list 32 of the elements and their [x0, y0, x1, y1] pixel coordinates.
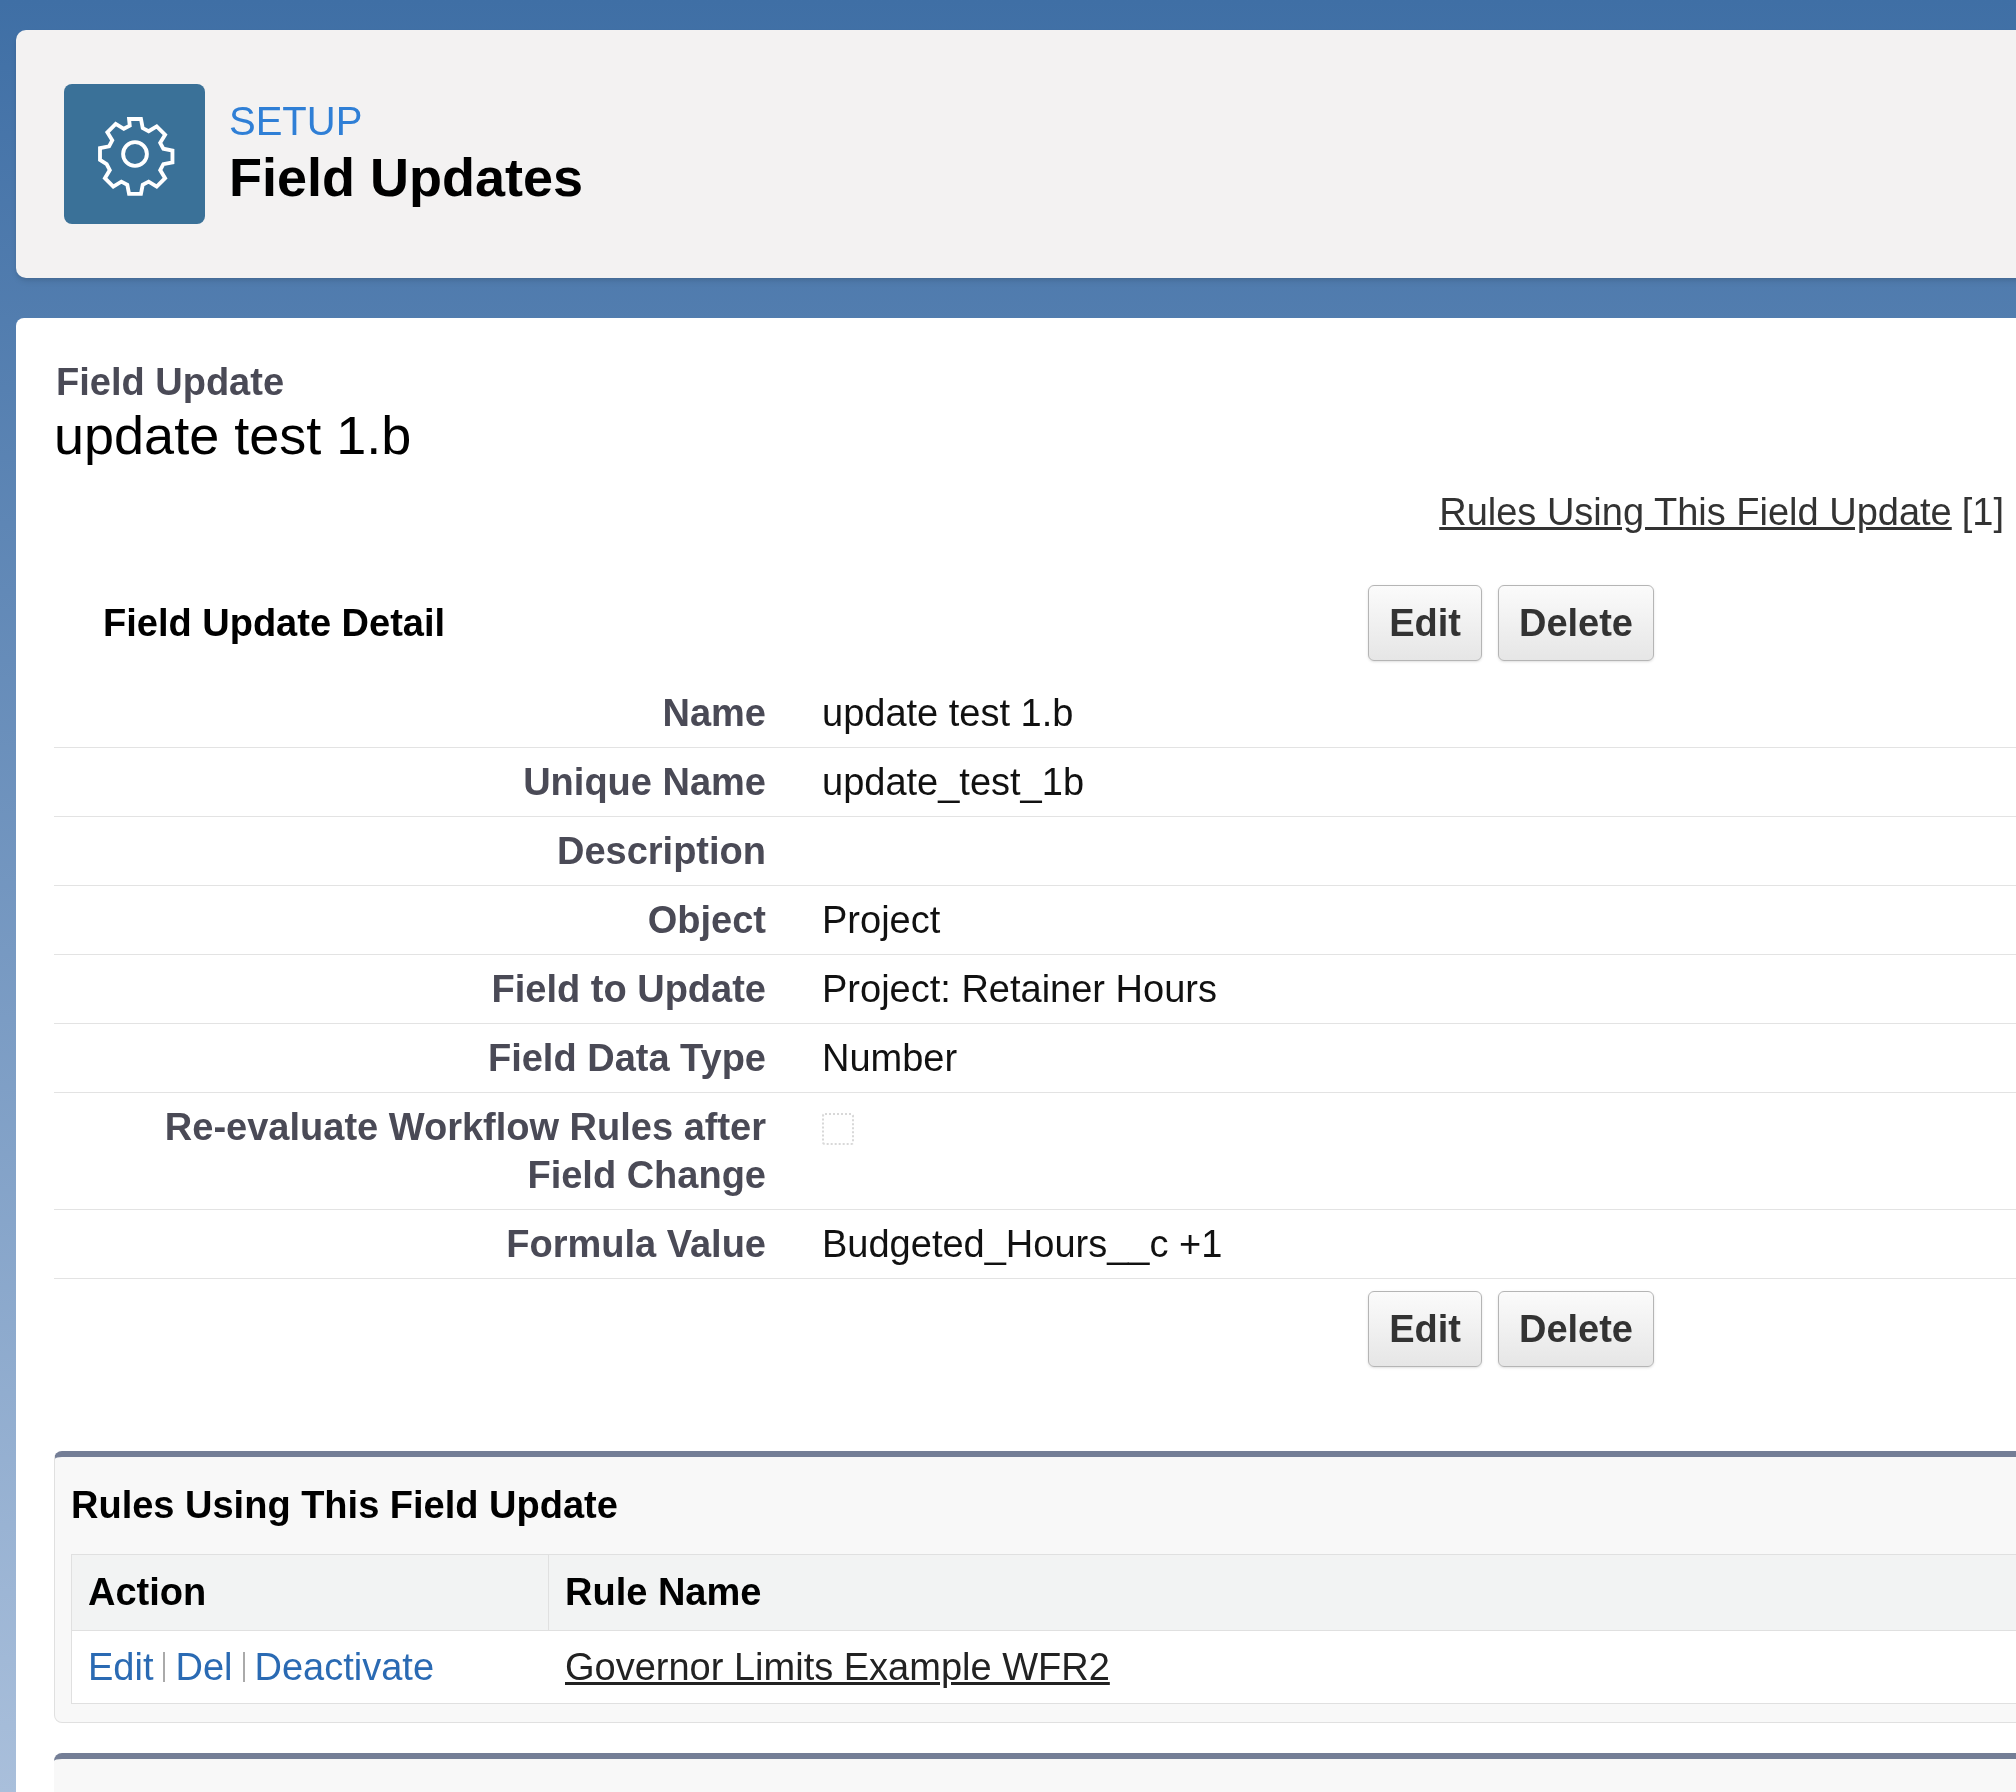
action-link[interactable]: Deactivate — [254, 1638, 435, 1696]
record-name: update test 1.b — [54, 404, 413, 466]
panel-title: Rules Using This Field Update — [71, 1483, 619, 1528]
field-label: Object — [646, 898, 767, 943]
field-value: Project: Retainer Hours — [822, 968, 1217, 1010]
record-type: Field Update — [55, 360, 286, 404]
column-header: Action — [72, 1555, 549, 1630]
header-title: Field Updates — [229, 146, 584, 209]
header-eyebrow: SETUP — [229, 98, 364, 144]
field-value: Budgeted_Hours__c +1 — [822, 1223, 1223, 1265]
action-button[interactable]: Delete — [1497, 585, 1654, 661]
rule-name-link[interactable]: Governor Limits Example WFR2 — [549, 1638, 1126, 1696]
related-count: [1] — [1961, 490, 2004, 535]
field-label: Unique Name — [522, 760, 767, 805]
related-list-link[interactable]: Rules Using This Field Update — [1439, 484, 1952, 541]
field-label: Field Data Type — [486, 1036, 767, 1081]
field-label: Re-evaluate Workflow Rules after Field Change — [163, 1105, 767, 1198]
field-value: update test 1.b — [822, 692, 1074, 734]
action-link[interactable]: Edit — [88, 1638, 154, 1696]
field-value: Project — [822, 899, 941, 941]
field-label: Description — [555, 829, 767, 874]
field-value: Number — [822, 1037, 958, 1079]
action-button[interactable]: Edit — [1368, 1291, 1482, 1367]
action-link[interactable]: Del — [175, 1638, 233, 1696]
field-value: update_test_1b — [822, 761, 1084, 803]
action-button[interactable]: Edit — [1368, 585, 1482, 661]
field-label: Field to Update — [490, 967, 767, 1012]
section-title: Field Update Detail — [102, 600, 447, 646]
column-header: Rule Name — [564, 1570, 763, 1615]
field-label: Formula Value — [505, 1222, 767, 1267]
action-button[interactable]: Delete — [1497, 1291, 1654, 1367]
field-label: Name — [661, 691, 767, 736]
